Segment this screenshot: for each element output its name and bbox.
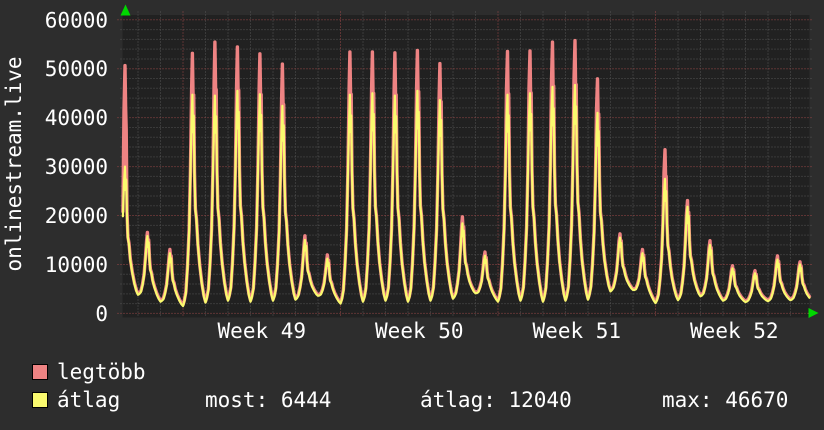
y-tick-label: 10000 (45, 253, 108, 277)
y-tick-label: 20000 (45, 204, 108, 228)
stat-atlag: átlag: 12040 (420, 388, 572, 412)
viewer-count-chart: 0 10000 20000 30000 40000 50000 60000 Week 49 We… (2, 4, 819, 343)
legend-swatch-atlag (32, 392, 48, 408)
stat-max: max: 46670 (662, 388, 789, 412)
legend-label-legtobb: legtöbb (57, 360, 146, 384)
x-axis-arrow-icon (808, 308, 819, 318)
x-tick-label: Week 49 (218, 319, 307, 343)
y-tick-label: 60000 (45, 8, 108, 32)
x-tick-label: Week 51 (533, 319, 622, 343)
y-tick-label: 0 (95, 302, 108, 326)
x-tick-label: Week 50 (375, 319, 464, 343)
stat-most: most: 6444 (205, 388, 332, 412)
y-tick-label: 30000 (45, 155, 108, 179)
x-tick-label: Week 52 (690, 319, 779, 343)
y-axis-title: onlinestream.live (2, 57, 26, 272)
legend-label-atlag: átlag (57, 388, 121, 412)
y-tick-label: 50000 (45, 57, 108, 81)
rrd-graph-page: 0 10000 20000 30000 40000 50000 60000 Week 49 We… (0, 0, 824, 430)
legend-swatch-legtobb (32, 364, 48, 380)
y-tick-label: 40000 (45, 106, 108, 130)
y-axis-arrow-icon (120, 4, 131, 16)
